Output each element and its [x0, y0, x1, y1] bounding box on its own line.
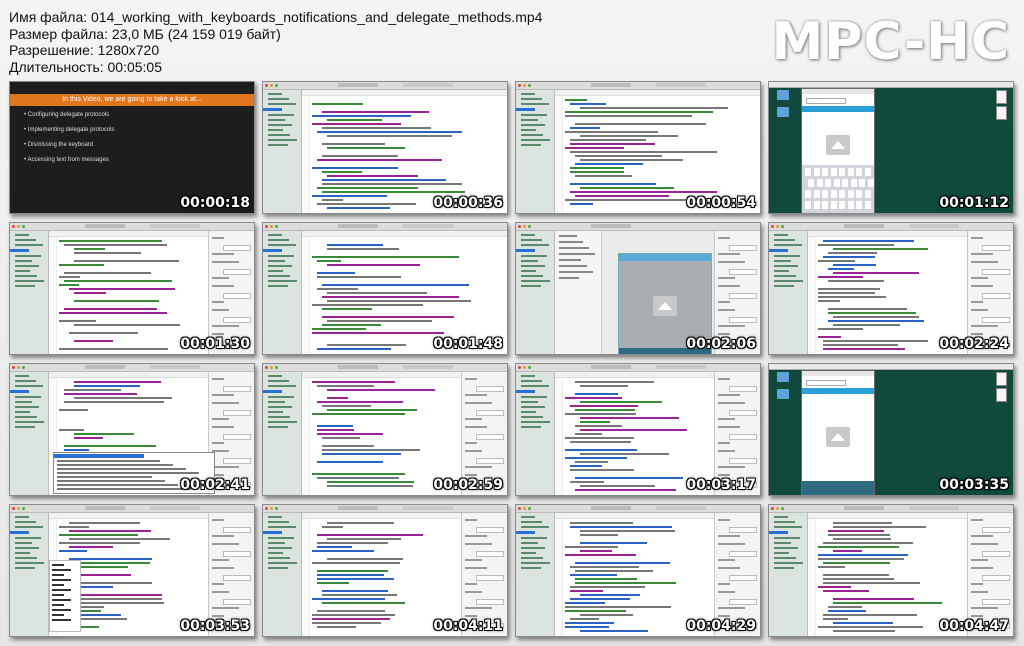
- video-thumbnail[interactable]: 00:02:06: [515, 222, 761, 355]
- timestamp: 00:03:35: [939, 477, 1009, 493]
- timestamp: 00:04:47: [939, 618, 1009, 634]
- window-toolbar: [10, 223, 254, 231]
- file-name: Имя файла: 014_working_with_keyboards_no…: [9, 9, 543, 25]
- video-thumbnail[interactable]: 00:01:12: [768, 81, 1014, 214]
- timestamp: 00:02:59: [433, 477, 503, 493]
- window-toolbar: [263, 364, 507, 372]
- image-placeholder-icon: [826, 427, 850, 447]
- image-placeholder-icon: [826, 135, 850, 155]
- video-thumbnail[interactable]: 00:02:59: [262, 363, 508, 496]
- project-navigator: [516, 372, 555, 495]
- timestamp: 00:01:48: [433, 336, 503, 352]
- project-navigator: [516, 90, 555, 213]
- video-thumbnail[interactable]: 00:00:54: [515, 81, 761, 214]
- timestamp: 00:03:53: [180, 618, 250, 634]
- project-navigator: [10, 372, 49, 495]
- window-toolbar: [263, 82, 507, 90]
- video-thumbnail[interactable]: 00:03:17: [515, 363, 761, 496]
- slide-bullets: Configuring delegate protocols Implementi…: [24, 112, 115, 172]
- video-thumbnail[interactable]: 00:02:24: [768, 222, 1014, 355]
- mpc-hc-logo: MPC-HC: [771, 12, 1010, 72]
- timestamp: 00:01:12: [939, 195, 1009, 211]
- slide-header: In this Video, we are going to take a lo…: [10, 94, 254, 106]
- project-navigator: [769, 513, 808, 636]
- slide-bullet: Dismissing the keyboard: [24, 142, 115, 148]
- slide-bullet: Implementing delegate protocols: [24, 127, 115, 133]
- timestamp: 00:02:06: [686, 336, 756, 352]
- video-thumbnail[interactable]: In this Video, we are going to take a lo…: [9, 81, 255, 214]
- timestamp: 00:04:11: [433, 618, 503, 634]
- timestamp: 00:02:24: [939, 336, 1009, 352]
- document-outline: [555, 231, 602, 354]
- resolution: Разрешение: 1280x720: [9, 42, 160, 58]
- timestamp: 00:00:36: [433, 195, 503, 211]
- video-thumbnail[interactable]: 00:04:11: [262, 504, 508, 637]
- video-thumbnail[interactable]: 00:04:29: [515, 504, 761, 637]
- project-navigator: [10, 231, 49, 354]
- project-navigator: [263, 231, 302, 354]
- video-thumbnail[interactable]: 00:03:35: [768, 363, 1014, 496]
- window-toolbar: [10, 505, 254, 513]
- project-navigator: [263, 372, 302, 495]
- project-navigator: [769, 231, 808, 354]
- window-toolbar: [263, 505, 507, 513]
- project-navigator: [516, 513, 555, 636]
- video-thumbnail[interactable]: 00:01:48: [262, 222, 508, 355]
- window-toolbar: [516, 364, 760, 372]
- timestamp: 00:03:17: [686, 477, 756, 493]
- timestamp: 00:04:29: [686, 618, 756, 634]
- file-info: Имя файла: 014_working_with_keyboards_no…: [9, 9, 542, 75]
- window-toolbar: [769, 223, 1013, 231]
- window-toolbar: [263, 223, 507, 231]
- window-toolbar: [516, 82, 760, 90]
- duration: Длительность: 00:05:05: [9, 58, 163, 75]
- window-toolbar: [10, 364, 254, 372]
- iphone-simulator: [801, 370, 875, 495]
- project-navigator: [10, 513, 49, 636]
- timestamp: 00:01:30: [180, 336, 250, 352]
- iphone-simulator: [801, 88, 875, 213]
- autocomplete-list[interactable]: [49, 560, 81, 632]
- video-thumbnail[interactable]: 00:00:36: [262, 81, 508, 214]
- slide-bullet: Configuring delegate protocols: [24, 112, 115, 118]
- video-thumbnail[interactable]: 00:01:30: [9, 222, 255, 355]
- project-navigator: [263, 513, 302, 636]
- timestamp: 00:00:18: [180, 195, 250, 211]
- image-placeholder-icon: [653, 296, 677, 316]
- video-thumbnail[interactable]: 00:04:47: [768, 504, 1014, 637]
- timestamp: 00:00:54: [686, 195, 756, 211]
- window-toolbar: [769, 505, 1013, 513]
- window-toolbar: [516, 505, 760, 513]
- timestamp: 00:02:41: [180, 477, 250, 493]
- video-thumbnail[interactable]: 00:03:53: [9, 504, 255, 637]
- video-thumbnail[interactable]: 00:02:41: [9, 363, 255, 496]
- project-navigator: [263, 90, 302, 213]
- slide-bullet: Accessing text from messages: [24, 157, 115, 163]
- file-size: Размер файла: 23,0 МБ (24 159 019 байт): [9, 25, 281, 42]
